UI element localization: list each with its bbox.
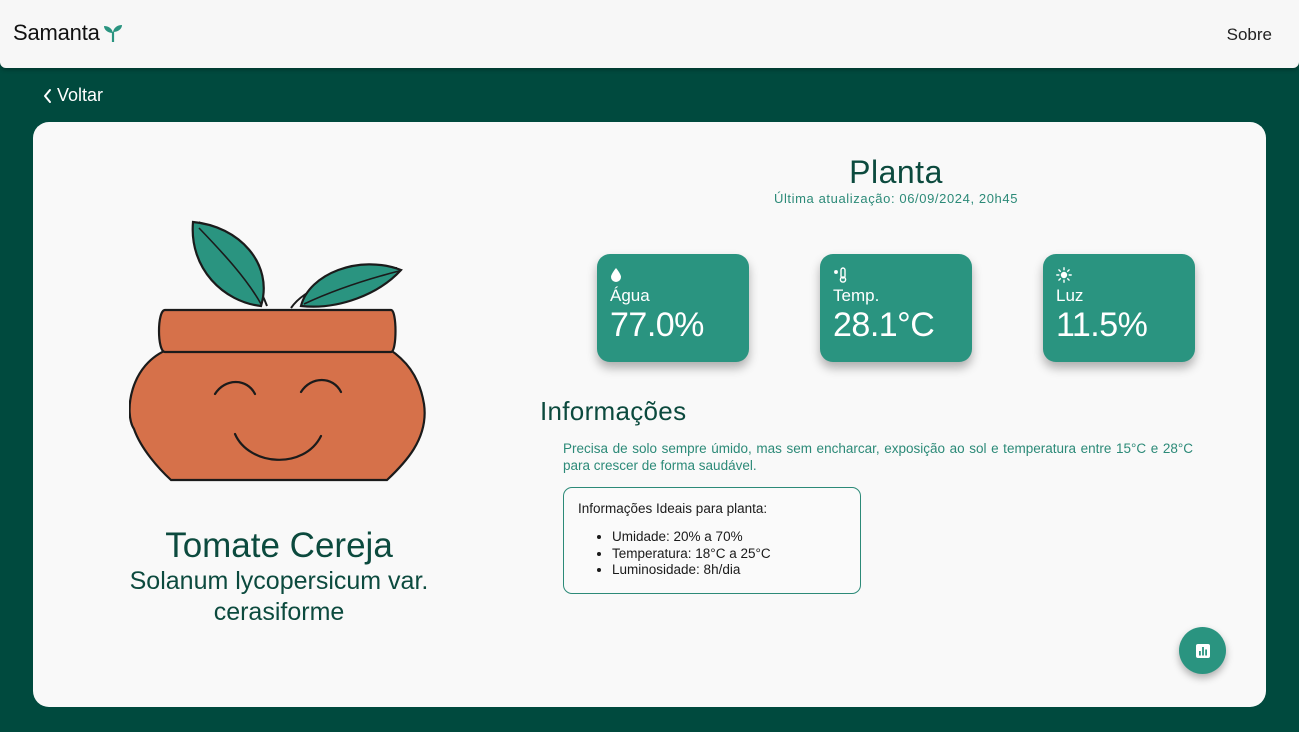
metric-value: 77.0% bbox=[610, 306, 704, 344]
panel-title: Planta bbox=[849, 154, 943, 190]
metric-label: Luz bbox=[1056, 286, 1084, 305]
list-item: Temperatura: 18°C a 25°C bbox=[612, 546, 846, 563]
metric-label: Temp. bbox=[833, 286, 880, 305]
plant-details-card: Tomate Cereja Solanum lycopersicum var. … bbox=[33, 122, 1266, 707]
brand-name: Samanta bbox=[13, 20, 100, 45]
list-item: Umidade: 20% a 70% bbox=[612, 529, 846, 546]
info-section-title: Informações bbox=[540, 396, 687, 426]
back-label: Voltar bbox=[57, 85, 104, 105]
water-metric-card: Água 77.0% bbox=[597, 254, 749, 362]
about-link[interactable]: Sobre bbox=[1227, 25, 1272, 45]
list-item: Luminosidade: 8h/dia bbox=[612, 562, 846, 579]
bar-chart-icon bbox=[1195, 643, 1210, 658]
ideal-conditions-title: Informações Ideais para planta: bbox=[578, 501, 768, 516]
sun-icon bbox=[1056, 267, 1072, 283]
ideal-conditions-box: Informações Ideais para planta: Umidade:… bbox=[563, 487, 861, 594]
info-description: Precisa de solo sempre úmido, mas sem en… bbox=[563, 441, 1193, 473]
plant-common-name: Tomate Cereja bbox=[165, 526, 393, 565]
back-button[interactable]: Voltar bbox=[42, 85, 103, 106]
water-drop-icon bbox=[611, 268, 621, 282]
metric-value: 11.5% bbox=[1056, 306, 1148, 344]
thermometer-icon bbox=[834, 267, 847, 283]
ideal-conditions-list: Umidade: 20% a 70% Temperatura: 18°C a 2… bbox=[578, 529, 846, 579]
top-navigation-bar: Samanta Sobre bbox=[0, 0, 1299, 68]
temperature-metric-card: Temp. 28.1°C bbox=[820, 254, 972, 362]
last-update-timestamp: Última atualização: 06/09/2024, 20h45 bbox=[773, 191, 1019, 206]
view-chart-button[interactable] bbox=[1179, 627, 1226, 674]
plant-scientific-name: Solanum lycopersicum var. cerasiforme bbox=[129, 567, 429, 626]
brand-logo[interactable]: Samanta bbox=[13, 20, 123, 46]
metric-value: 28.1°C bbox=[833, 306, 935, 344]
smiling-pot-illustration bbox=[129, 220, 426, 482]
metric-label: Água bbox=[610, 286, 650, 305]
sprout-icon bbox=[103, 25, 122, 42]
chevron-left-icon bbox=[44, 88, 51, 103]
light-metric-card: Luz 11.5% bbox=[1043, 254, 1195, 362]
